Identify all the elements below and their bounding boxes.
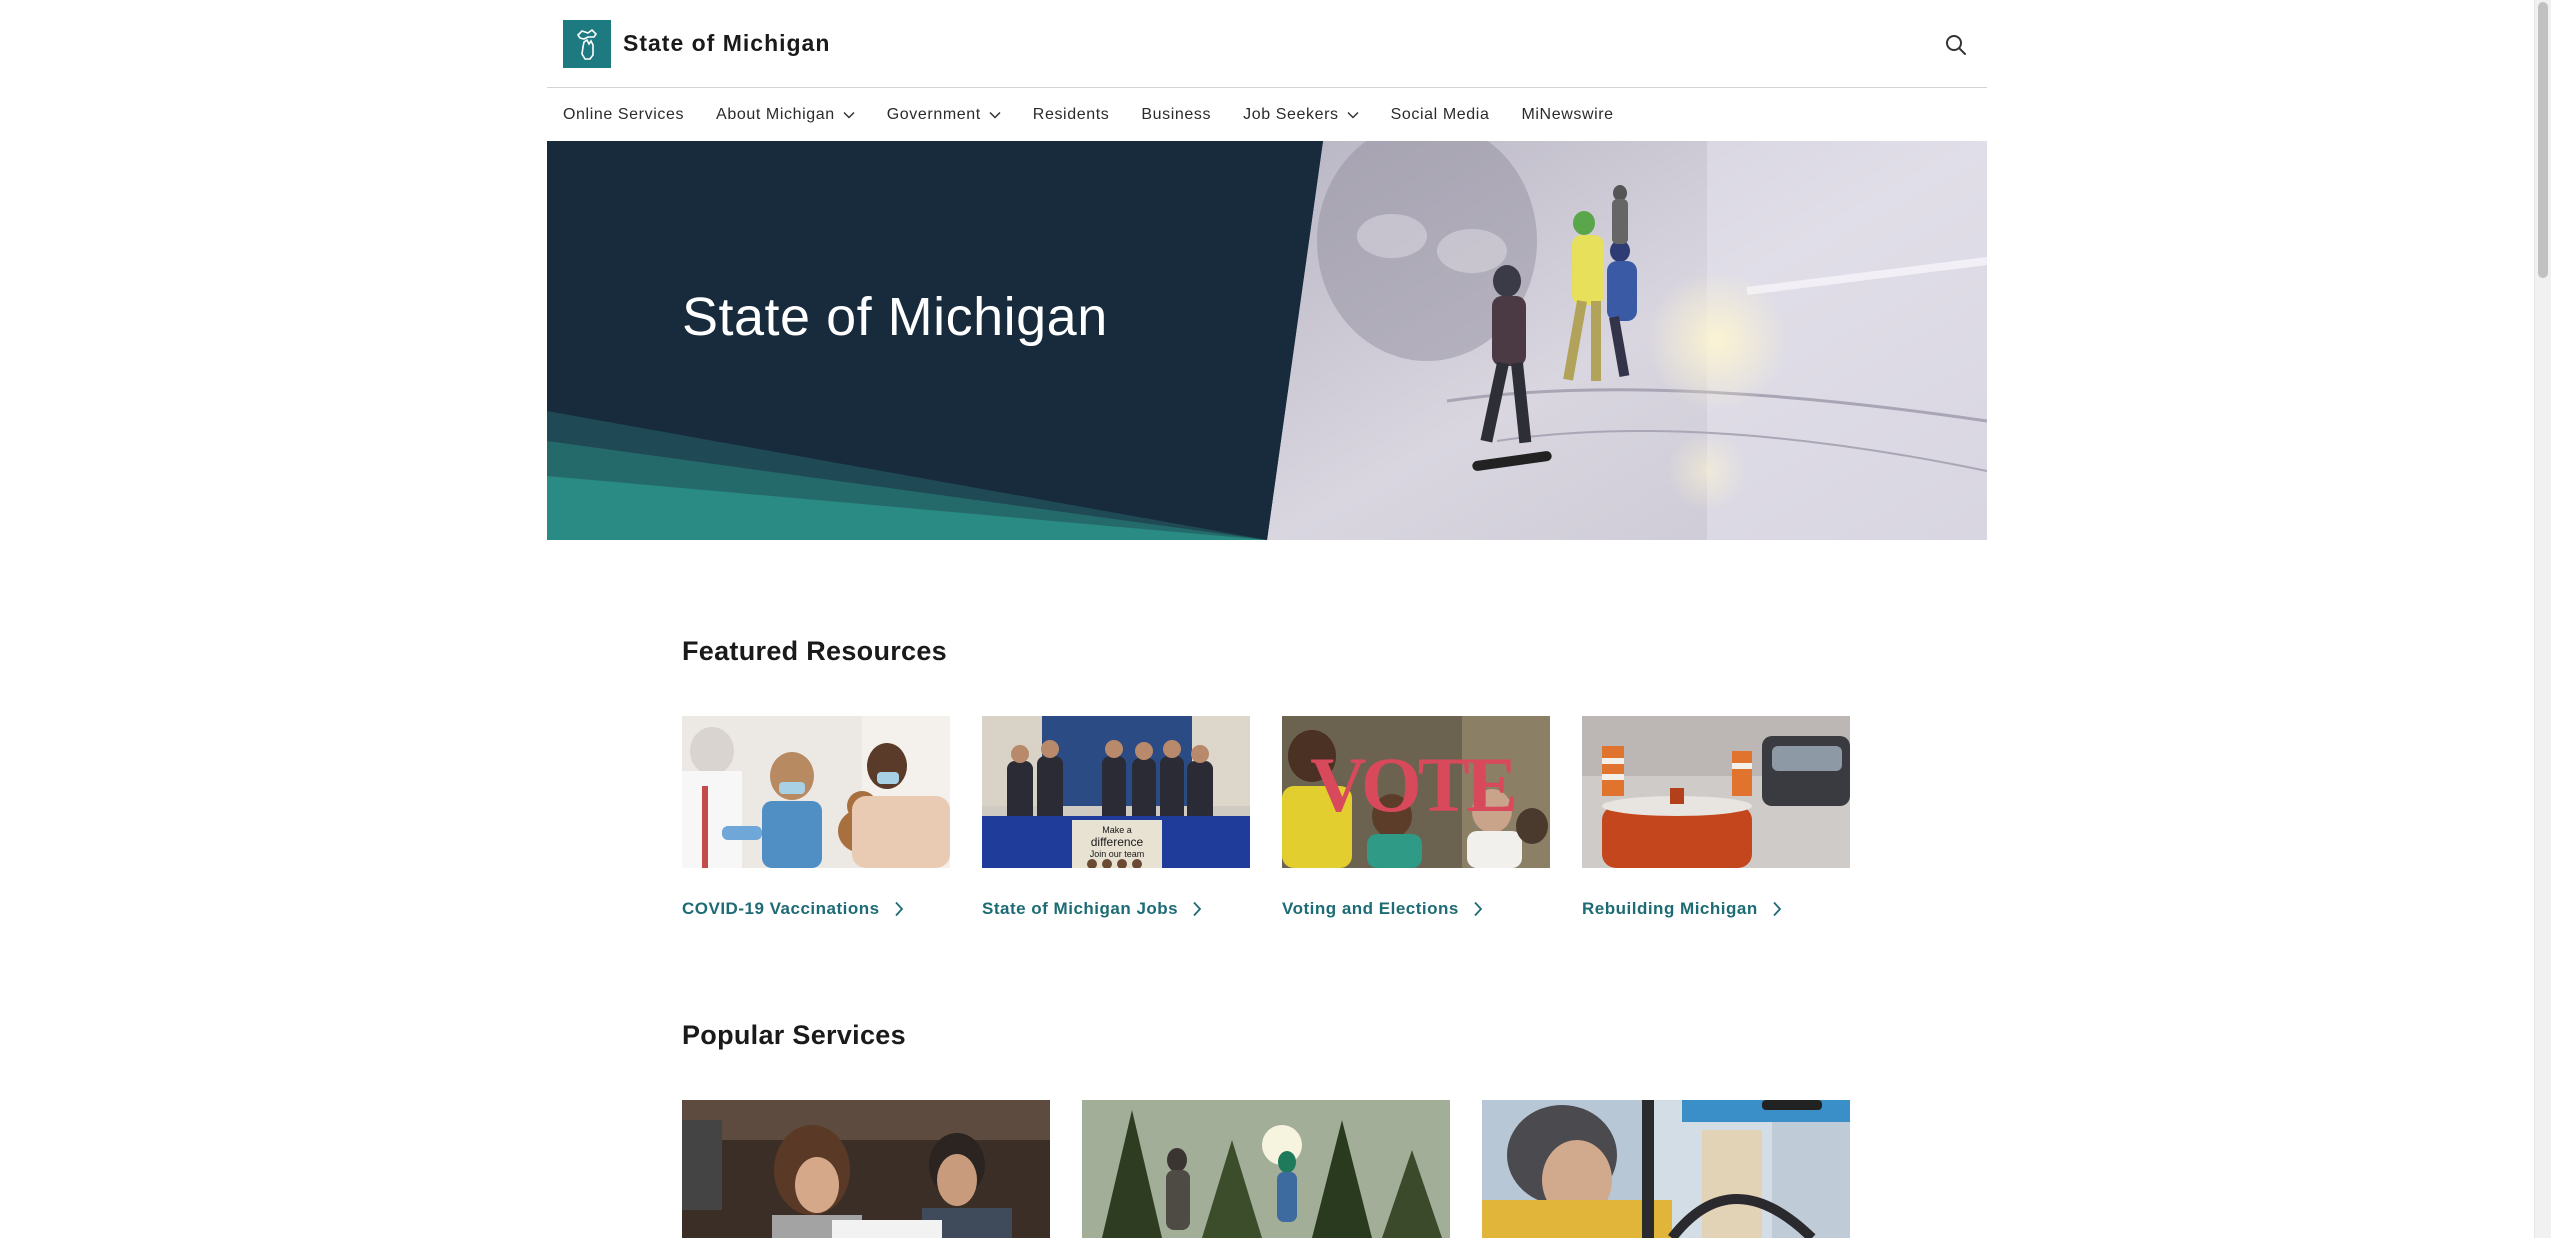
nav-label: Job Seekers — [1243, 106, 1339, 123]
covid-vaccination-image[interactable] — [682, 716, 950, 868]
nav-social-media[interactable]: Social Media — [1391, 106, 1490, 124]
featured-resources-title: Featured Resources — [682, 636, 947, 666]
site-title[interactable]: State of Michigan — [623, 30, 830, 57]
chevron-right-icon — [1772, 901, 1782, 917]
jobs-sign-text-1: Make a — [1102, 825, 1132, 835]
nav-government[interactable]: Government — [887, 106, 1001, 124]
featured-card-voting: VOTE Voting and Elections — [1282, 716, 1550, 918]
chevron-down-icon — [843, 111, 855, 119]
jobs-sign-text-3: Join our team — [1090, 849, 1145, 859]
couple-paperwork-image — [682, 1100, 1050, 1238]
popular-card-3[interactable] — [1482, 1100, 1850, 1238]
card-link-label: Voting and Elections — [1282, 899, 1459, 918]
nav-label: Business — [1141, 106, 1212, 123]
main-nav: Online Services About Michigan Governmen… — [547, 89, 1987, 141]
nav-online-services[interactable]: Online Services — [563, 106, 684, 124]
nav-minewswire[interactable]: MiNewswire — [1521, 106, 1613, 124]
voting-image[interactable]: VOTE — [1282, 716, 1550, 868]
card-link-label: State of Michigan Jobs — [982, 899, 1179, 918]
chevron-right-icon — [1473, 901, 1483, 917]
search-icon — [1946, 35, 1966, 55]
hero-banner: State of Michigan — [547, 141, 1987, 540]
hikers-forest-image — [1082, 1100, 1450, 1238]
nav-label: Residents — [1032, 106, 1110, 123]
michigan-state-logo-icon — [576, 28, 598, 60]
state-jobs-link[interactable]: State of Michigan Jobs — [982, 899, 1202, 919]
chevron-right-icon — [1192, 901, 1202, 917]
michigan-logo[interactable] — [563, 20, 611, 68]
rebuilding-michigan-image[interactable] — [1582, 716, 1850, 868]
nav-label: MiNewswire — [1521, 106, 1614, 123]
covid-vaccinations-link[interactable]: COVID-19 Vaccinations — [682, 899, 904, 919]
card-link-label: Rebuilding Michigan — [1582, 899, 1758, 918]
popular-services-title: Popular Services — [682, 1020, 906, 1050]
chevron-right-icon — [894, 901, 904, 917]
nav-label: About Michigan — [716, 106, 835, 123]
scrollbar-thumb[interactable] — [2538, 2, 2548, 278]
popular-card-1[interactable] — [682, 1100, 1050, 1238]
jobs-sign-text-2: difference — [1091, 835, 1144, 849]
nav-label: Social Media — [1390, 106, 1490, 123]
state-jobs-image[interactable]: Make a difference Join our team — [982, 716, 1250, 868]
nav-label: Government — [886, 106, 981, 123]
featured-card-covid: COVID-19 Vaccinations — [682, 716, 950, 918]
card-link-label: COVID-19 Vaccinations — [682, 899, 880, 918]
chevron-down-icon — [989, 111, 1001, 119]
voting-elections-link[interactable]: Voting and Elections — [1282, 899, 1483, 919]
page-scrollbar[interactable] — [2534, 0, 2551, 1238]
chevron-down-icon — [1347, 111, 1359, 119]
featured-card-jobs: Make a difference Join our team State of… — [982, 716, 1250, 918]
nav-label: Online Services — [563, 106, 685, 123]
search-button[interactable] — [1937, 26, 1975, 64]
featured-card-rebuilding: Rebuilding Michigan — [1582, 716, 1850, 918]
nav-business[interactable]: Business — [1141, 106, 1211, 124]
nav-about-michigan[interactable]: About Michigan — [716, 106, 855, 124]
popular-card-2[interactable] — [1082, 1100, 1450, 1238]
vote-sign-text: VOTE — [1310, 741, 1514, 828]
site-header: State of Michigan — [547, 0, 1987, 88]
driver-car-image — [1482, 1100, 1850, 1238]
hero-title: State of Michigan — [682, 287, 1108, 347]
nav-job-seekers[interactable]: Job Seekers — [1243, 106, 1359, 124]
rebuilding-michigan-link[interactable]: Rebuilding Michigan — [1582, 899, 1782, 919]
nav-residents[interactable]: Residents — [1033, 106, 1110, 124]
